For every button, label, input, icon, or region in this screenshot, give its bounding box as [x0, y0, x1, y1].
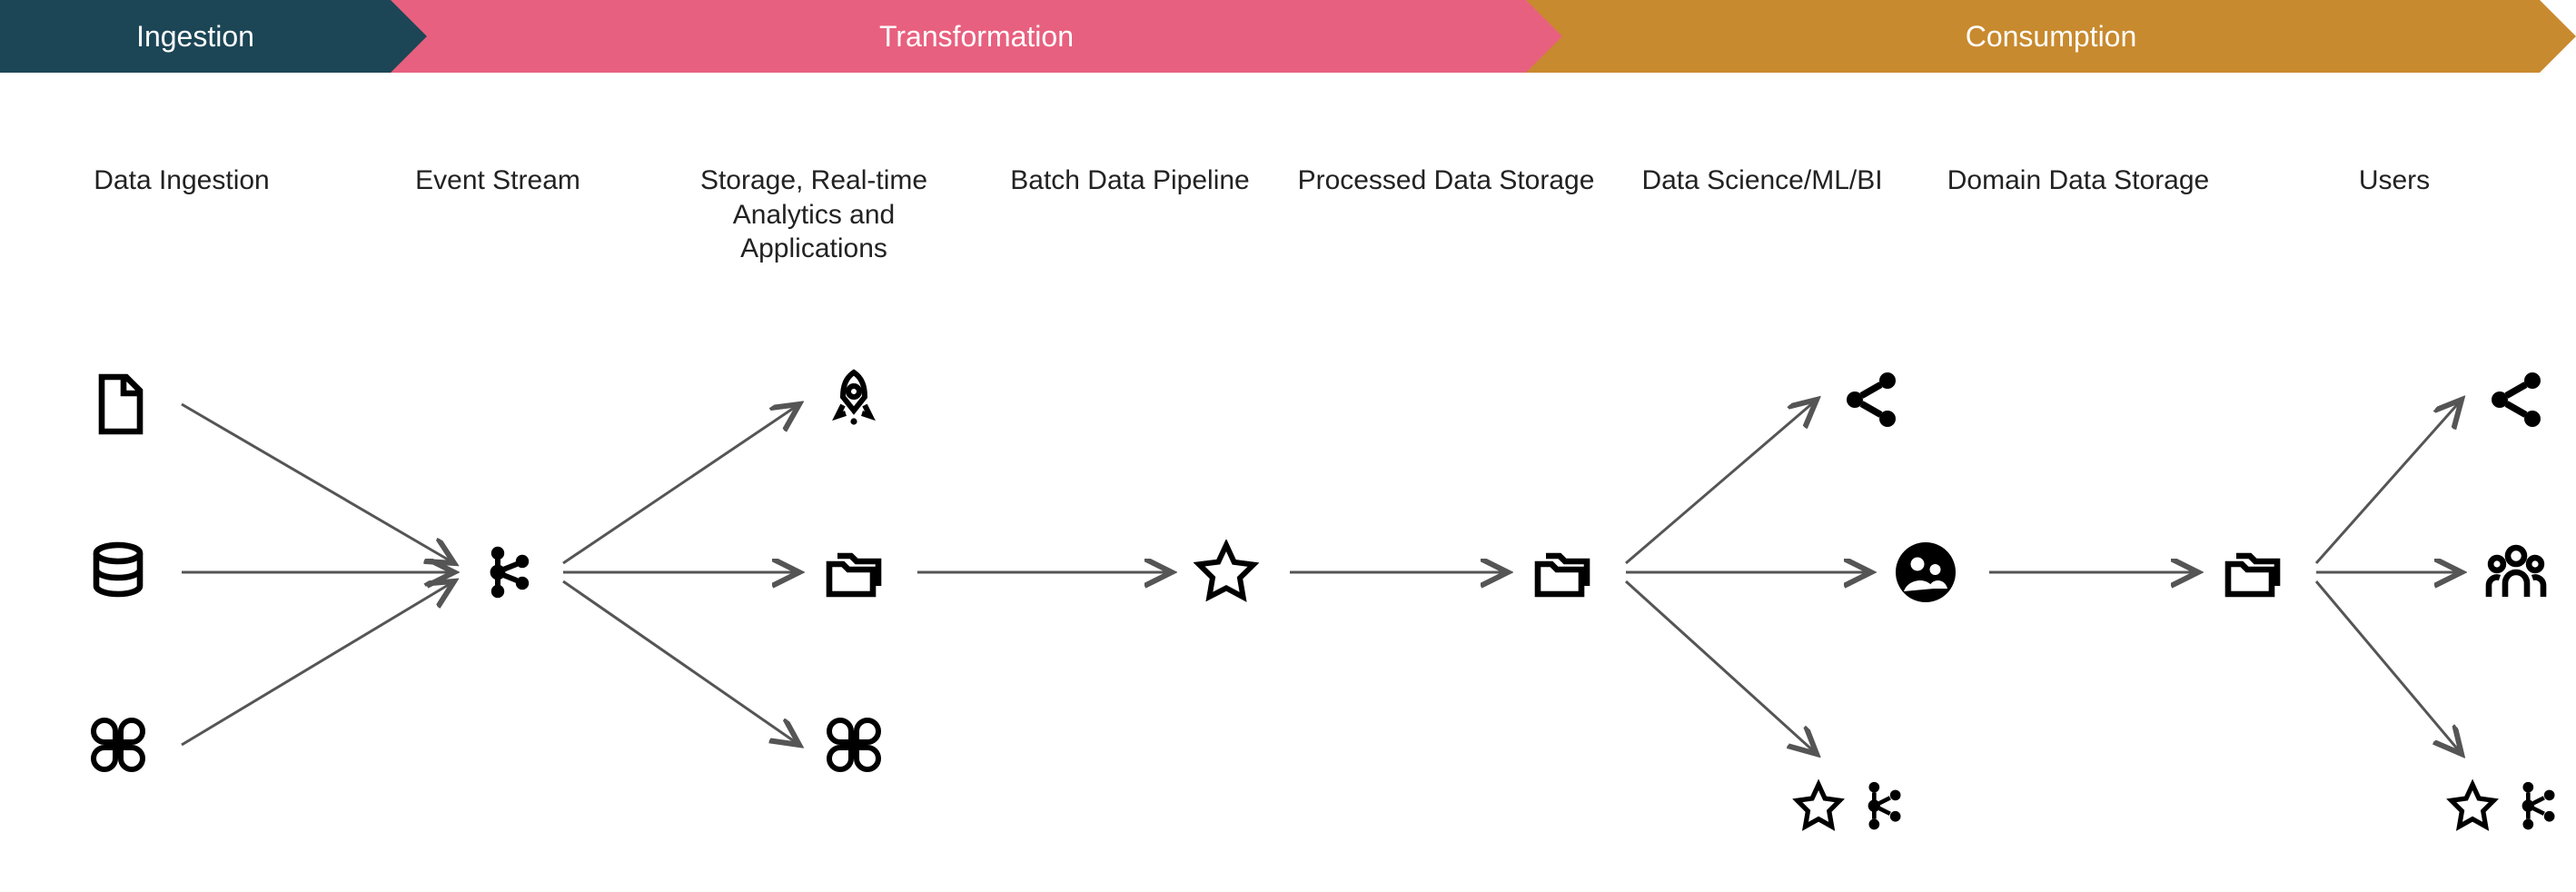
column-headers: Data Ingestion Event Stream Storage, Rea… [0, 164, 2576, 273]
arrow-file-to-stream [182, 404, 454, 563]
arrow-domain-to-starkafka [2316, 581, 2462, 754]
kafka-icon [472, 536, 545, 609]
col-batch-pipeline: Batch Data Pipeline [976, 164, 1284, 273]
diagram-body [0, 300, 2576, 863]
stage-transformation: Transformation [391, 0, 1526, 73]
share-icon [1835, 363, 1907, 436]
stage-consumption: Consumption [1526, 0, 2540, 73]
col-processed-storage: Processed Data Storage [1292, 164, 1600, 273]
col-storage-analytics: Storage, Real-time Analytics and Applica… [659, 164, 968, 273]
rocket-icon [817, 363, 890, 436]
col-event-stream: Event Stream [343, 164, 652, 273]
col-data-ingestion: Data Ingestion [27, 164, 336, 273]
folders-icon-domain [2216, 536, 2289, 609]
stage-header: Ingestion Transformation Consumption [0, 0, 2576, 73]
users-icon [2480, 536, 2552, 609]
people-circle-icon [1889, 536, 1962, 609]
arrow-processed-to-share [1626, 400, 1817, 563]
col-data-science: Data Science/ML/BI [1608, 164, 1917, 273]
stage-ingestion: Ingestion [0, 0, 391, 73]
apps-icon [82, 709, 154, 781]
database-icon [82, 536, 154, 609]
folders-icon-processed [1526, 536, 1599, 609]
arrow-domain-to-share [2316, 400, 2462, 563]
share-icon-2 [2480, 363, 2552, 436]
arrow-apps-to-stream [182, 581, 454, 745]
col-users: Users [2240, 164, 2549, 273]
stage-consumption-label: Consumption [1966, 20, 2137, 54]
file-icon [82, 368, 154, 441]
star-kafka-group-2 [2434, 772, 2576, 845]
arrow-stream-to-apps [563, 581, 799, 745]
col-domain-storage: Domain Data Storage [1924, 164, 2233, 273]
apps-icon-2 [817, 709, 890, 781]
folders-icon [817, 536, 890, 609]
arrow-stream-to-rocket [563, 404, 799, 563]
stage-transformation-label: Transformation [879, 20, 1074, 54]
stage-ingestion-label: Ingestion [136, 20, 254, 54]
arrow-processed-to-starkafka [1626, 581, 1817, 754]
star-kafka-group [1780, 772, 1926, 845]
star-icon [1190, 536, 1263, 609]
